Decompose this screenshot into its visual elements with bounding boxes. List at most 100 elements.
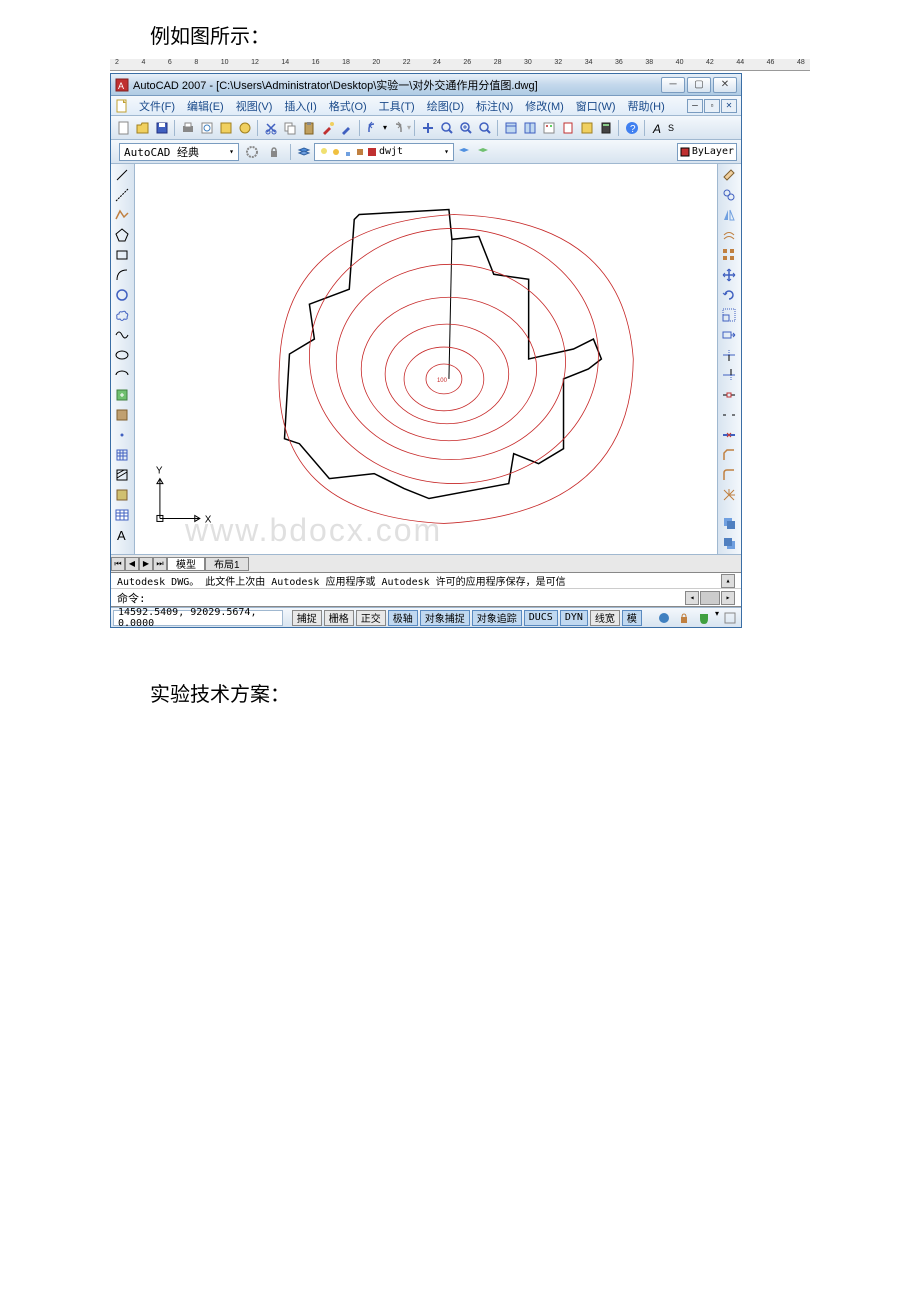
mdi-minimize[interactable]: ─ [687,99,703,113]
paste-icon[interactable] [300,119,318,137]
ortho-toggle[interactable]: 正交 [356,610,386,626]
design-center-icon[interactable] [521,119,539,137]
undo-icon[interactable] [364,119,382,137]
command-line[interactable]: 命令: ◂ ▸ [111,589,741,607]
polar-toggle[interactable]: 极轴 [388,610,418,626]
open-file-icon[interactable] [134,119,152,137]
rectangle-icon[interactable] [113,246,131,264]
mtext-icon[interactable]: A [113,526,131,544]
cut-icon[interactable] [262,119,280,137]
chamfer-icon[interactable] [720,446,738,464]
clean-screen-icon[interactable] [721,609,739,627]
array-icon[interactable] [720,246,738,264]
zoom-previous-icon[interactable] [476,119,494,137]
cmd-scroll-right[interactable]: ▸ [721,591,735,605]
mdi-restore[interactable]: ▫ [704,99,720,113]
comm-center-icon[interactable] [655,609,673,627]
menu-edit[interactable]: 编辑(E) [181,98,230,114]
mirror-icon[interactable] [720,206,738,224]
pan-icon[interactable] [419,119,437,137]
polyline-icon[interactable] [113,206,131,224]
layer-dropdown[interactable]: dwjt ▾ [314,143,454,161]
make-block-icon[interactable] [113,406,131,424]
snap-toggle[interactable]: 捕捉 [292,610,322,626]
tab-layout1[interactable]: 布局1 [205,557,249,571]
zoom-window-icon[interactable] [457,119,475,137]
extend-icon[interactable] [720,366,738,384]
new-file-icon[interactable] [115,119,133,137]
publish-icon[interactable] [217,119,235,137]
otrack-toggle[interactable]: 对象追踪 [472,610,522,626]
dyn-toggle[interactable]: DYN [560,610,588,626]
osnap-toggle[interactable]: 对象捕捉 [420,610,470,626]
layer-previous-icon[interactable] [455,143,473,161]
menu-modify[interactable]: 修改(M) [519,98,570,114]
cmd-scroll-thumb[interactable] [700,591,720,605]
menu-view[interactable]: 视图(V) [230,98,279,114]
draworder-front-icon[interactable] [720,514,738,532]
tab-model[interactable]: 模型 [167,557,205,571]
draworder-back-icon[interactable] [720,534,738,552]
drawing-canvas[interactable]: 100 X Y www.bdocx.com [135,164,717,554]
match-properties-icon[interactable] [319,119,337,137]
menu-insert[interactable]: 插入(I) [278,98,322,114]
offset-icon[interactable] [720,226,738,244]
grid-toggle[interactable]: 栅格 [324,610,354,626]
move-icon[interactable] [720,266,738,284]
menu-tools[interactable]: 工具(T) [373,98,421,114]
redo-icon[interactable] [388,119,406,137]
block-editor-icon[interactable] [338,119,356,137]
lock-toolbar-icon[interactable] [675,609,693,627]
close-button[interactable]: ✕ [713,77,737,93]
layer-manager-icon[interactable] [295,143,313,161]
construction-line-icon[interactable] [113,186,131,204]
spline-icon[interactable] [113,326,131,344]
menu-format[interactable]: 格式(O) [323,98,373,114]
zoom-realtime-icon[interactable] [438,119,456,137]
point-icon[interactable] [113,426,131,444]
cmd-scroll-left[interactable]: ◂ [685,591,699,605]
rotate-icon[interactable] [720,286,738,304]
color-control-dropdown[interactable]: ByLayer [677,143,737,161]
tab-prev[interactable]: ◀ [125,557,139,571]
gradient-icon[interactable] [113,466,131,484]
save-icon[interactable] [153,119,171,137]
menu-file[interactable]: 文件(F) [133,98,181,114]
circle-icon[interactable] [113,286,131,304]
tab-first[interactable]: ⏮ [111,557,125,571]
tab-last[interactable]: ⏭ [153,557,167,571]
trusted-icon[interactable] [695,609,713,627]
maximize-button[interactable]: ▢ [687,77,711,93]
menu-window[interactable]: 窗口(W) [570,98,622,114]
model-toggle[interactable]: 模 [622,610,642,626]
ducs-toggle[interactable]: DUCS [524,610,558,626]
scale-icon[interactable] [720,306,738,324]
workspace-lock-icon[interactable] [265,143,283,161]
markup-icon[interactable] [578,119,596,137]
table-icon[interactable] [113,506,131,524]
ellipse-icon[interactable] [113,346,131,364]
cmd-scroll-up[interactable]: ▴ [721,574,735,588]
sheet-set-icon[interactable] [559,119,577,137]
3dprint-icon[interactable] [236,119,254,137]
help-icon[interactable]: ? [623,119,641,137]
copy-icon[interactable] [281,119,299,137]
plot-preview-icon[interactable] [198,119,216,137]
stretch-icon[interactable] [720,326,738,344]
ellipse-arc-icon[interactable] [113,366,131,384]
break-at-point-icon[interactable] [720,386,738,404]
coordinate-display[interactable]: 14592.5409, 92029.5674, 0.0000 [113,610,283,626]
properties-icon[interactable] [502,119,520,137]
menu-draw[interactable]: 绘图(D) [421,98,470,114]
polygon-icon[interactable] [113,226,131,244]
mdi-close[interactable]: ✕ [721,99,737,113]
insert-block-icon[interactable] [113,386,131,404]
line-icon[interactable] [113,166,131,184]
layer-state-icon[interactable] [474,143,492,161]
tab-next[interactable]: ▶ [139,557,153,571]
workspace-settings-icon[interactable] [243,143,261,161]
hatch-icon[interactable] [113,446,131,464]
minimize-button[interactable]: ─ [661,77,685,93]
menu-help[interactable]: 帮助(H) [622,98,671,114]
region-icon[interactable] [113,486,131,504]
